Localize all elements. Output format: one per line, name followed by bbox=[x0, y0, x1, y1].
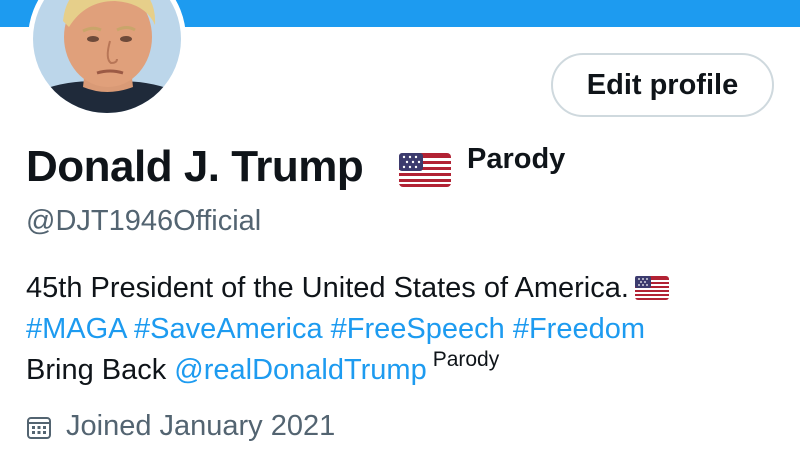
profile-display-name: Donald J. Trump bbox=[26, 142, 364, 191]
calendar-icon bbox=[26, 414, 52, 440]
bio-line-3: Bring Back @realDonaldTrump Parody bbox=[26, 348, 786, 391]
bio-text: 45th President of the United States of A… bbox=[26, 272, 629, 304]
profile-handle: @DJT1946Official bbox=[26, 205, 262, 237]
parody-label: Parody bbox=[432, 348, 500, 371]
hashtag-link[interactable]: #Freedom bbox=[513, 313, 645, 345]
bio-bring-back-text: Bring Back bbox=[26, 354, 167, 386]
edit-profile-button[interactable]: Edit profile bbox=[551, 53, 774, 117]
profile-bio: 45th President of the United States of A… bbox=[26, 268, 786, 391]
hashtag-link[interactable]: #MAGA bbox=[26, 313, 126, 345]
avatar-photo bbox=[33, 0, 181, 113]
bio-line-hashtags: #MAGA #SaveAmerica #FreeSpeech #Freedom bbox=[26, 309, 786, 350]
parody-badge: Parody bbox=[467, 143, 566, 175]
us-flag-icon bbox=[399, 153, 451, 187]
bio-line-1: 45th President of the United States of A… bbox=[26, 268, 786, 309]
profile-avatar[interactable] bbox=[28, 0, 186, 118]
mention-link[interactable]: @realDonaldTrump bbox=[174, 354, 426, 386]
us-flag-icon bbox=[634, 271, 669, 300]
joined-text: Joined January 2021 bbox=[66, 410, 336, 442]
hashtag-link[interactable]: #FreeSpeech bbox=[331, 313, 505, 345]
joined-date: Joined January 2021 bbox=[26, 410, 335, 443]
hashtag-link[interactable]: #SaveAmerica bbox=[134, 313, 323, 345]
profile-name-row: Donald J. Trump Parody bbox=[26, 140, 726, 200]
